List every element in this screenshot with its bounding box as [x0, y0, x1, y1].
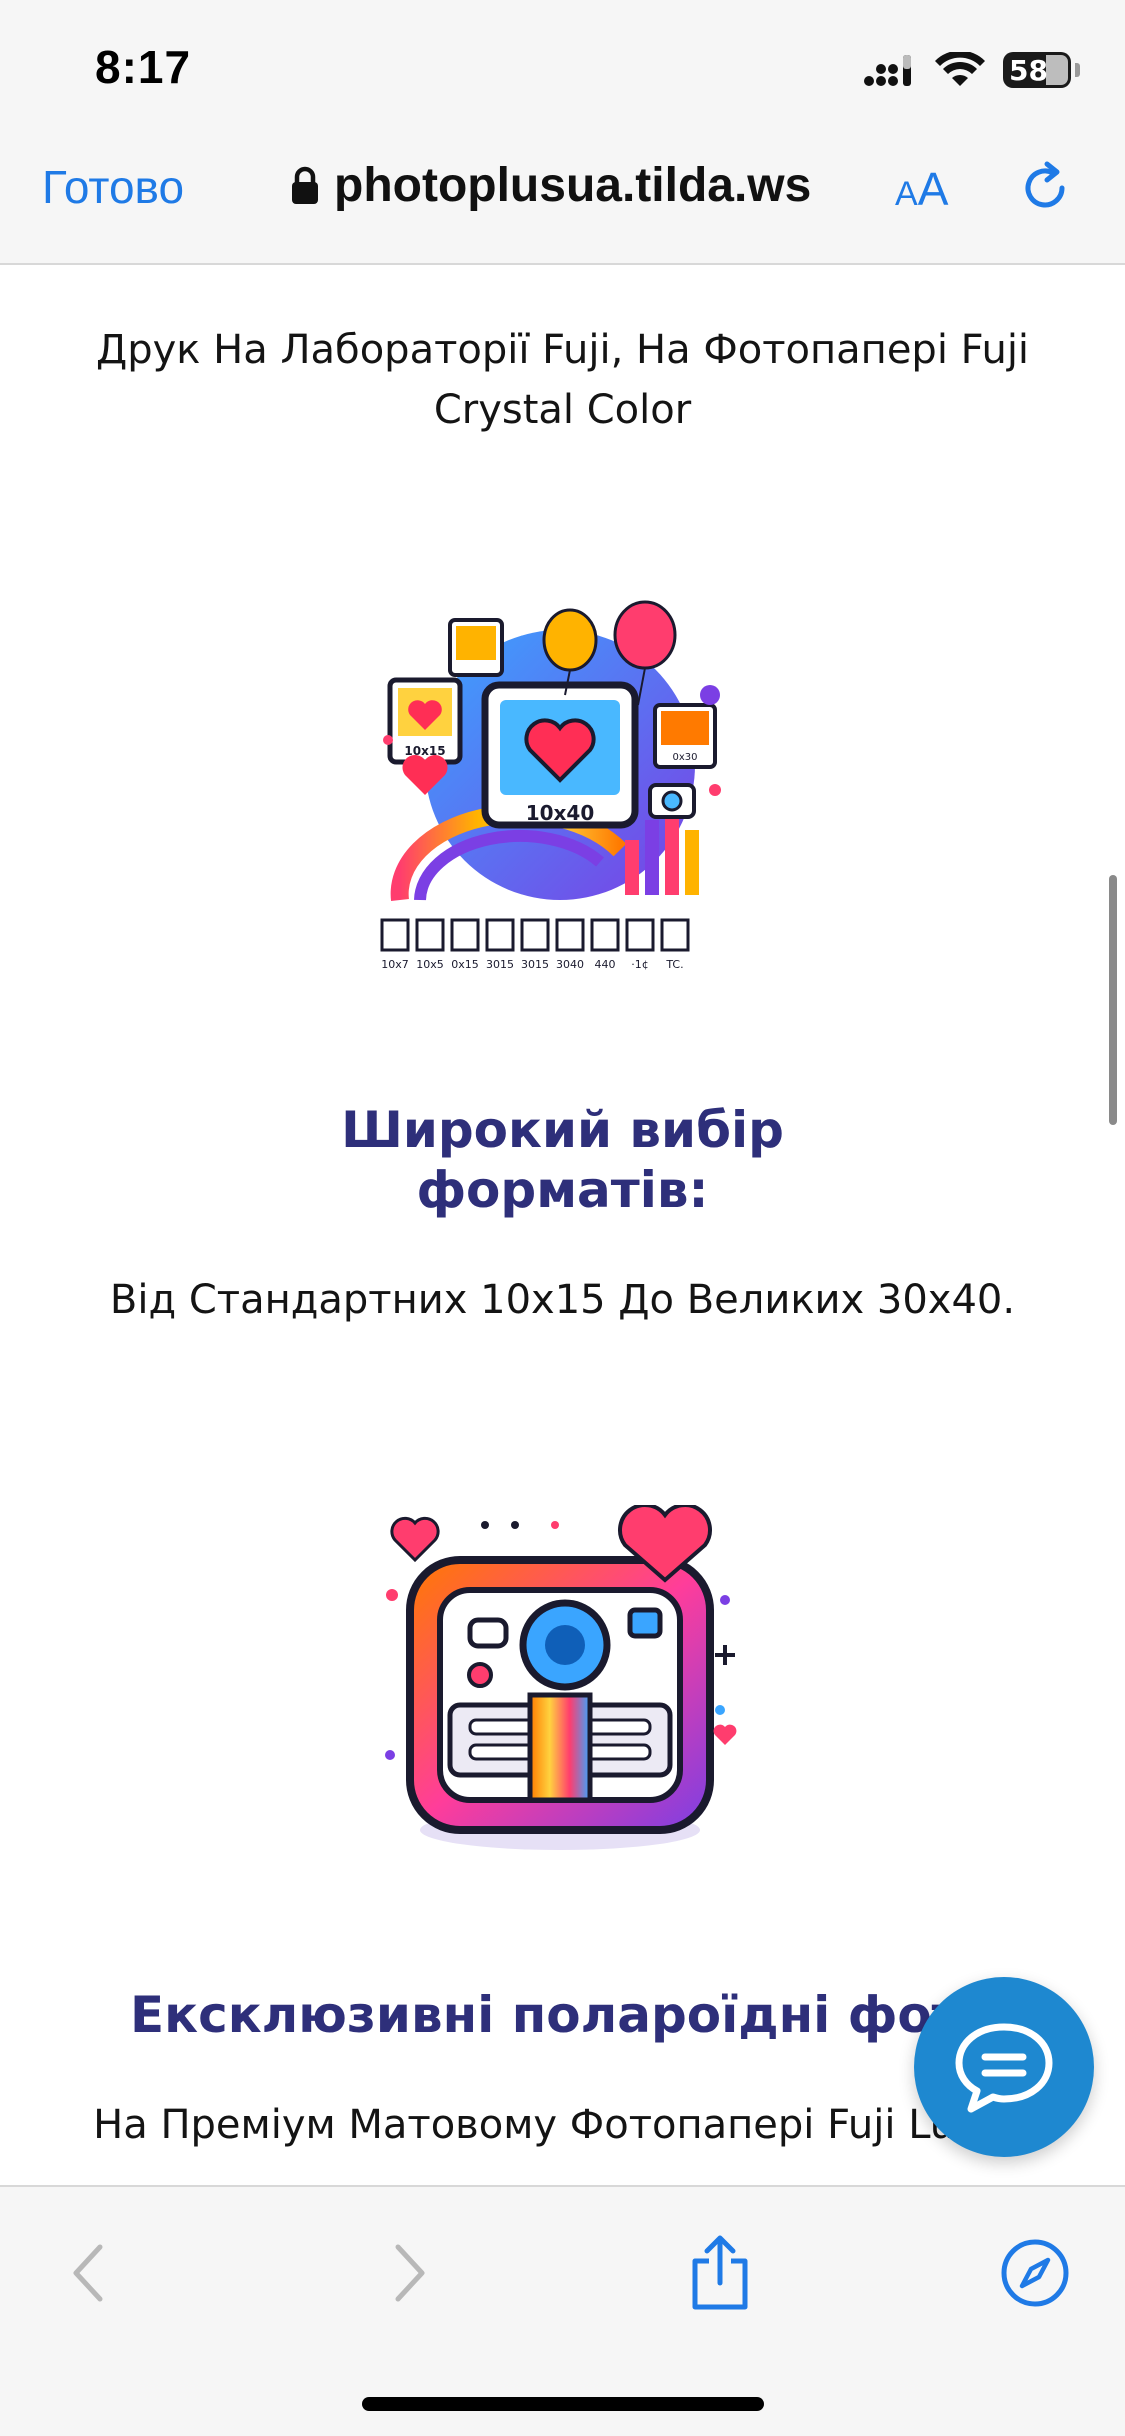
wifi-icon — [935, 52, 985, 86]
section-2-description: Від Стандартних 10x15 До Великих 30x40. — [109, 1277, 1016, 1323]
battery-icon: 58 — [1003, 52, 1071, 88]
strip-label-6: 3040 — [556, 958, 584, 971]
compass-icon — [1001, 2239, 1069, 2307]
section-2-heading: Широкий вибір форматів: — [0, 1100, 1125, 1220]
battery-percent: 58 — [1009, 53, 1048, 87]
strip-label-2: 10x5 — [416, 958, 444, 971]
scroll-indicator[interactable] — [1109, 875, 1117, 1125]
text-size-button[interactable]: AA — [895, 162, 948, 216]
section-2-heading-line-1: Широкий вибір — [341, 1101, 784, 1159]
section-1-description: Друк На Лабораторії Fuji, На Фотопапері … — [0, 320, 1125, 440]
strip-label-8: ·1¢ — [631, 958, 649, 971]
photo-formats-illustration: 10x40 10x15 0x30 10x7 10x5 0x15 3015 301… — [380, 600, 721, 971]
address-bar[interactable]: photoplusua.tilda.ws — [290, 158, 811, 213]
open-in-safari-button[interactable] — [995, 2233, 1075, 2313]
strip-label-3: 0x15 — [451, 958, 479, 971]
back-button[interactable] — [48, 2233, 128, 2313]
text-size-large-a: A — [917, 163, 949, 215]
share-button[interactable] — [680, 2233, 760, 2313]
section-1-description-line-2: Crystal Color — [433, 387, 692, 433]
browser-top-bar: Готово photoplusua.tilda.ws AA — [0, 130, 1125, 265]
strip-label-4: 3015 — [486, 958, 514, 971]
text-size-small-a: A — [895, 175, 918, 213]
format-right-label: 0x30 — [672, 752, 697, 763]
polaroid-camera-illustration — [385, 1505, 737, 1850]
section-1-description-line-1: Друк На Лабораторії Fuji, На Фотопапері … — [95, 327, 1030, 373]
strip-label-7: 440 — [595, 958, 616, 971]
lock-icon — [292, 166, 318, 204]
status-time: 8:17 — [95, 41, 192, 93]
chat-bubble-icon — [955, 2023, 1053, 2113]
done-button[interactable]: Готово — [42, 160, 184, 214]
battery-tip — [1075, 63, 1080, 77]
share-icon — [692, 2235, 748, 2310]
status-icons: 58 — [863, 48, 1080, 92]
url-text: photoplusua.tilda.ws — [334, 159, 812, 212]
reload-icon[interactable] — [1015, 158, 1075, 218]
section-2-heading-line-2: форматів: — [416, 1161, 709, 1219]
format-center-label: 10x40 — [526, 801, 595, 825]
strip-label-9: TC. — [665, 958, 683, 971]
home-indicator — [362, 2397, 764, 2411]
forward-button[interactable] — [370, 2233, 450, 2313]
back-icon — [73, 2244, 103, 2302]
cellular-signal-icon — [864, 55, 911, 86]
strip-label-1: 10x7 — [381, 958, 409, 971]
strip-label-5: 3015 — [521, 958, 549, 971]
chat-button[interactable] — [914, 1977, 1094, 2157]
status-bar: 8:17 58 — [0, 0, 1125, 130]
page-content: Друк На Лабораторії Fuji, На Фотопапері … — [0, 265, 1125, 2185]
forward-icon — [395, 2244, 425, 2302]
